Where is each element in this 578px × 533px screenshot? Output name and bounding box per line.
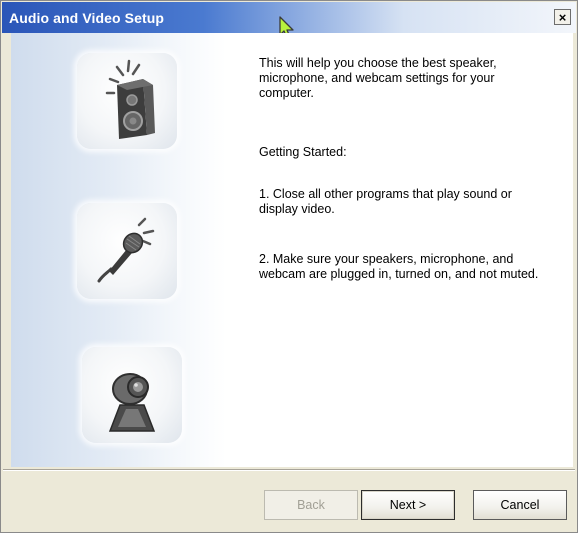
content-area: This will help you choose the best speak…: [11, 33, 573, 467]
step-2-text: 2. Make sure your speakers, microphone, …: [259, 252, 539, 281]
microphone-icon: [97, 217, 155, 283]
back-button[interactable]: Back: [264, 490, 358, 520]
step-1-text: 1. Close all other programs that play so…: [259, 187, 512, 216]
close-button[interactable]: ×: [554, 9, 571, 25]
footer-separator: [3, 469, 575, 471]
illustration-panel: [11, 33, 226, 467]
close-icon: ×: [558, 9, 567, 25]
next-button[interactable]: Next >: [361, 490, 455, 520]
setup-dialog: Audio and Video Setup × This will help y…: [0, 0, 578, 533]
webcam-tile: [82, 347, 182, 443]
webcam-icon: [108, 373, 156, 432]
speaker-tile: [77, 53, 177, 149]
getting-started-heading: Getting Started:: [259, 145, 347, 159]
microphone-tile: [77, 203, 177, 299]
speaker-icon: [105, 59, 155, 139]
window-title: Audio and Video Setup: [9, 10, 165, 26]
intro-text: This will help you choose the best speak…: [259, 56, 497, 100]
cancel-button[interactable]: Cancel: [473, 490, 567, 520]
